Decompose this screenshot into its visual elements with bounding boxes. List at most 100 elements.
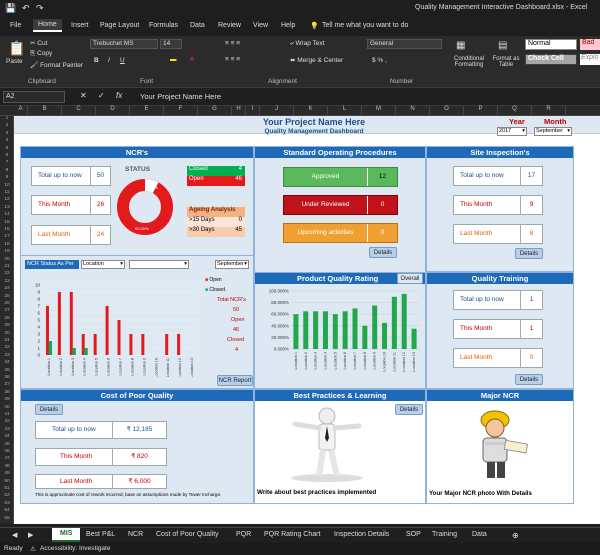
sheet-tab-best-pl[interactable]: Best P&L [86,531,115,538]
sheet-tab-pqr-rating[interactable]: PQR Rating Chart [264,531,320,538]
format-table-icon[interactable]: ▤ [498,40,507,51]
row-header[interactable]: 50 [0,479,14,484]
row-header[interactable]: 19 [0,249,14,254]
row-header[interactable]: 28 [0,316,14,321]
filter-month-select[interactable]: September ▾ [215,260,249,269]
formula-input[interactable]: Your Project Name Here [140,92,221,101]
column-header[interactable]: K [294,106,328,116]
column-header[interactable]: Q [498,106,532,116]
paste-icon[interactable]: 📋 [8,40,25,57]
sheet-tab-sop[interactable]: SOP [406,531,421,538]
row-header[interactable]: 16 [0,227,14,232]
row-header[interactable]: 26 [0,301,14,306]
column-header[interactable]: C [62,106,96,116]
row-header[interactable]: 55 [0,516,14,521]
sheet-tab-data[interactable]: Data [472,531,487,538]
month-select[interactable]: September ▾ [534,127,572,136]
row-header[interactable]: 54 [0,508,14,513]
style-normal[interactable]: Normal [525,39,577,50]
row-header[interactable]: 43 [0,427,14,432]
tab-file[interactable]: File [10,22,21,29]
row-header[interactable]: 39 [0,397,14,402]
column-header[interactable]: E [130,106,164,116]
worksheet[interactable]: Your Project Name Here Quality Managemen… [14,116,600,524]
scroll-right-icon[interactable]: ▶ [28,531,33,539]
row-header[interactable]: 5 [0,146,14,151]
row-header[interactable]: 23 [0,279,14,284]
tab-data[interactable]: Data [190,22,205,29]
column-header[interactable]: A [14,106,28,116]
row-header[interactable]: 36 [0,375,14,380]
column-header[interactable]: L [328,106,362,116]
ncr-report-button[interactable]: NCR Report [217,375,253,386]
save-icon[interactable]: 💾 [5,3,16,14]
cancel-icon[interactable]: ✕ [80,91,87,100]
row-header[interactable]: 45 [0,442,14,447]
row-header[interactable]: 1 [0,116,14,121]
tell-me-input[interactable]: Tell me what you want to do [322,22,408,29]
row-header[interactable]: 20 [0,257,14,262]
row-header[interactable]: 13 [0,205,14,210]
row-header[interactable]: 33 [0,353,14,358]
row-header[interactable]: 4 [0,138,14,143]
row-header[interactable]: 37 [0,382,14,387]
row-header[interactable]: 2 [0,123,14,128]
row-header[interactable]: 52 [0,493,14,498]
fill-color-icon[interactable]: ▬ [170,56,177,63]
row-header[interactable]: 9 [0,175,14,180]
copq-details-button[interactable]: Details [35,404,63,415]
column-header[interactable]: N [396,106,430,116]
column-header[interactable]: G [198,106,232,116]
row-header[interactable]: 22 [0,271,14,276]
sheet-tab-ncr[interactable]: NCR [128,531,143,538]
row-header[interactable]: 3 [0,131,14,136]
underline-button[interactable]: U [120,57,125,64]
row-header[interactable]: 35 [0,368,14,373]
column-header[interactable]: F [164,106,198,116]
sheet-tab-mis[interactable]: MIS [52,528,81,542]
merge-center-button[interactable]: ⬌ Merge & Center [290,56,343,64]
row-header[interactable]: 41 [0,412,14,417]
row-header[interactable]: 25 [0,294,14,299]
row-header[interactable]: 49 [0,471,14,476]
row-header[interactable]: 8 [0,168,14,173]
row-header[interactable]: 42 [0,419,14,424]
row-header[interactable]: 7 [0,160,14,165]
undo-icon[interactable]: ↶ [22,3,30,14]
tab-formulas[interactable]: Formulas [149,22,178,29]
copy-button[interactable]: ⎘ Copy [30,50,52,58]
column-header[interactable]: P [464,106,498,116]
font-size-select[interactable]: 14 [160,39,182,49]
row-header[interactable]: 18 [0,242,14,247]
align-icons-2[interactable]: ≡ ≡ ≡ [225,56,240,63]
currency-icon[interactable]: $ % , [372,57,387,64]
row-header[interactable]: 14 [0,212,14,217]
sheet-tab-copq[interactable]: Cost of Poor Quality [156,531,219,538]
number-format-select[interactable]: General [367,39,442,49]
row-header[interactable]: 21 [0,264,14,269]
tab-view[interactable]: View [253,22,268,29]
wrap-text-button[interactable]: ⤶ Wrap Text [290,40,324,48]
format-table-button[interactable]: Format as Table [490,56,522,68]
scroll-left-icon[interactable]: ◀ [12,531,17,539]
row-header[interactable]: 48 [0,464,14,469]
row-header[interactable]: 34 [0,360,14,365]
tab-help[interactable]: Help [281,22,295,29]
column-header[interactable]: O [430,106,464,116]
column-header[interactable]: J [260,106,294,116]
fx-icon[interactable]: fx [116,91,122,100]
row-header[interactable]: 32 [0,345,14,350]
bp-details-button[interactable]: Details [395,404,423,415]
tab-page-layout[interactable]: Page Layout [100,22,139,29]
cut-button[interactable]: ✂ Cut [30,39,47,47]
enter-icon[interactable]: ✓ [98,91,105,100]
row-header[interactable]: 40 [0,405,14,410]
row-header[interactable]: 12 [0,197,14,202]
project-title[interactable]: Your Project Name Here [214,117,414,127]
conditional-formatting-button[interactable]: Conditional Formatting [450,56,488,68]
row-header[interactable]: 46 [0,449,14,454]
row-header[interactable]: 38 [0,390,14,395]
format-painter-button[interactable]: 🖌 Format Painter [30,61,83,69]
italic-button[interactable]: I [108,57,110,64]
row-header[interactable]: 47 [0,456,14,461]
